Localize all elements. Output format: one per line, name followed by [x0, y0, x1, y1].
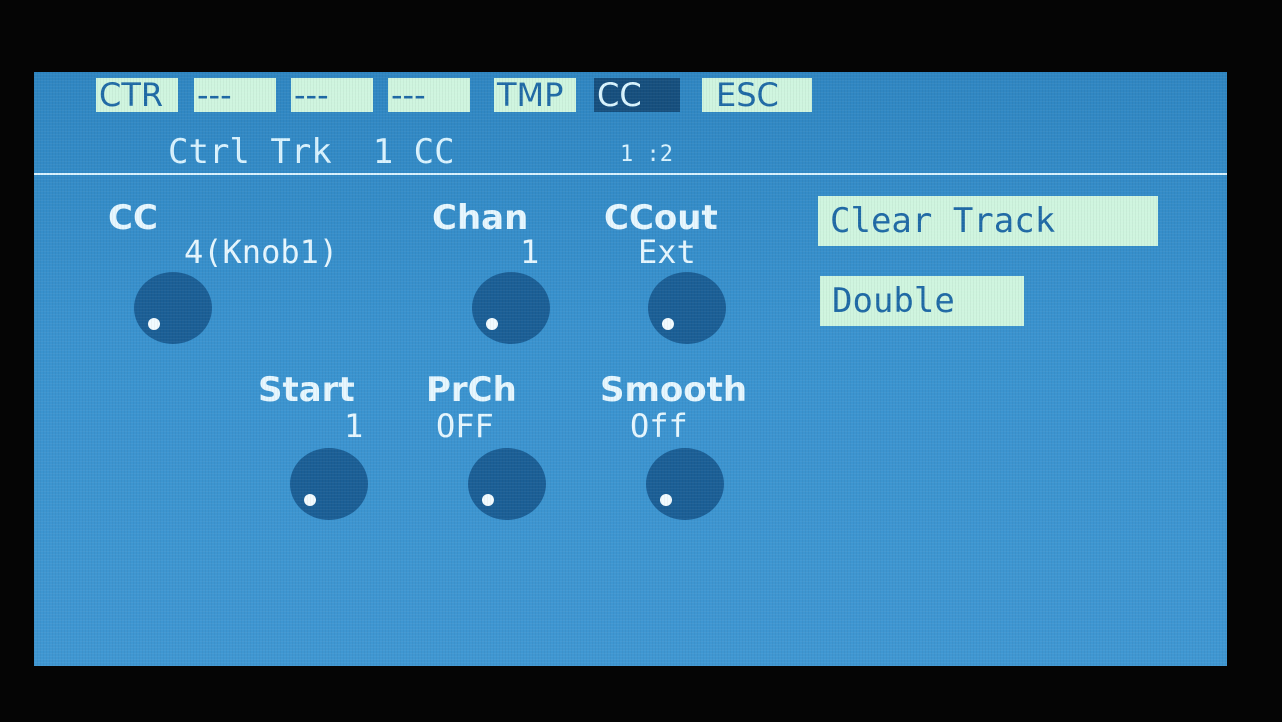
param-chan-value: 1 [520, 233, 540, 271]
page-indicator: 1 :2 [620, 142, 673, 167]
knob-indicator-dot [148, 318, 160, 330]
param-chan-label: Chan [432, 198, 529, 238]
knob-indicator-dot [482, 494, 494, 506]
param-ccout-label: CCout [604, 198, 718, 238]
track-title: Ctrl Trk 1 CC [168, 132, 455, 172]
lcd-screen: CTR --- --- --- TMP CC ESC Ctrl Trk 1 CC… [34, 72, 1227, 666]
knob-indicator-dot [304, 494, 316, 506]
param-smooth-knob[interactable] [646, 448, 724, 520]
param-cc-label: CC [108, 198, 158, 238]
menu-cc[interactable]: CC [594, 78, 680, 112]
clear-track-button[interactable]: Clear Track [818, 196, 1158, 246]
param-start-value: 1 [344, 407, 364, 445]
param-cc-value: 4(Knob1) [184, 233, 339, 271]
param-prch-knob[interactable] [468, 448, 546, 520]
menu-slot-1[interactable]: --- [194, 78, 276, 112]
knob-indicator-dot [662, 318, 674, 330]
param-smooth-label: Smooth [600, 370, 748, 410]
menu-tmp[interactable]: TMP [494, 78, 576, 112]
param-start-label: Start [258, 370, 355, 410]
menu-esc[interactable]: ESC [702, 78, 812, 112]
param-prch-label: PrCh [426, 370, 517, 410]
param-prch-value: OFF [436, 407, 494, 445]
param-cc-knob[interactable] [134, 272, 212, 344]
header-divider [34, 173, 1227, 175]
knob-indicator-dot [660, 494, 672, 506]
knob-indicator-dot [486, 318, 498, 330]
double-button[interactable]: Double [820, 276, 1024, 326]
param-smooth-value: Off [630, 407, 688, 445]
param-chan-knob[interactable] [472, 272, 550, 344]
param-ccout-knob[interactable] [648, 272, 726, 344]
param-start-knob[interactable] [290, 448, 368, 520]
menu-slot-3[interactable]: --- [388, 78, 470, 112]
param-ccout-value: Ext [638, 233, 696, 271]
menu-slot-2[interactable]: --- [291, 78, 373, 112]
menu-ctr[interactable]: CTR [96, 78, 178, 112]
